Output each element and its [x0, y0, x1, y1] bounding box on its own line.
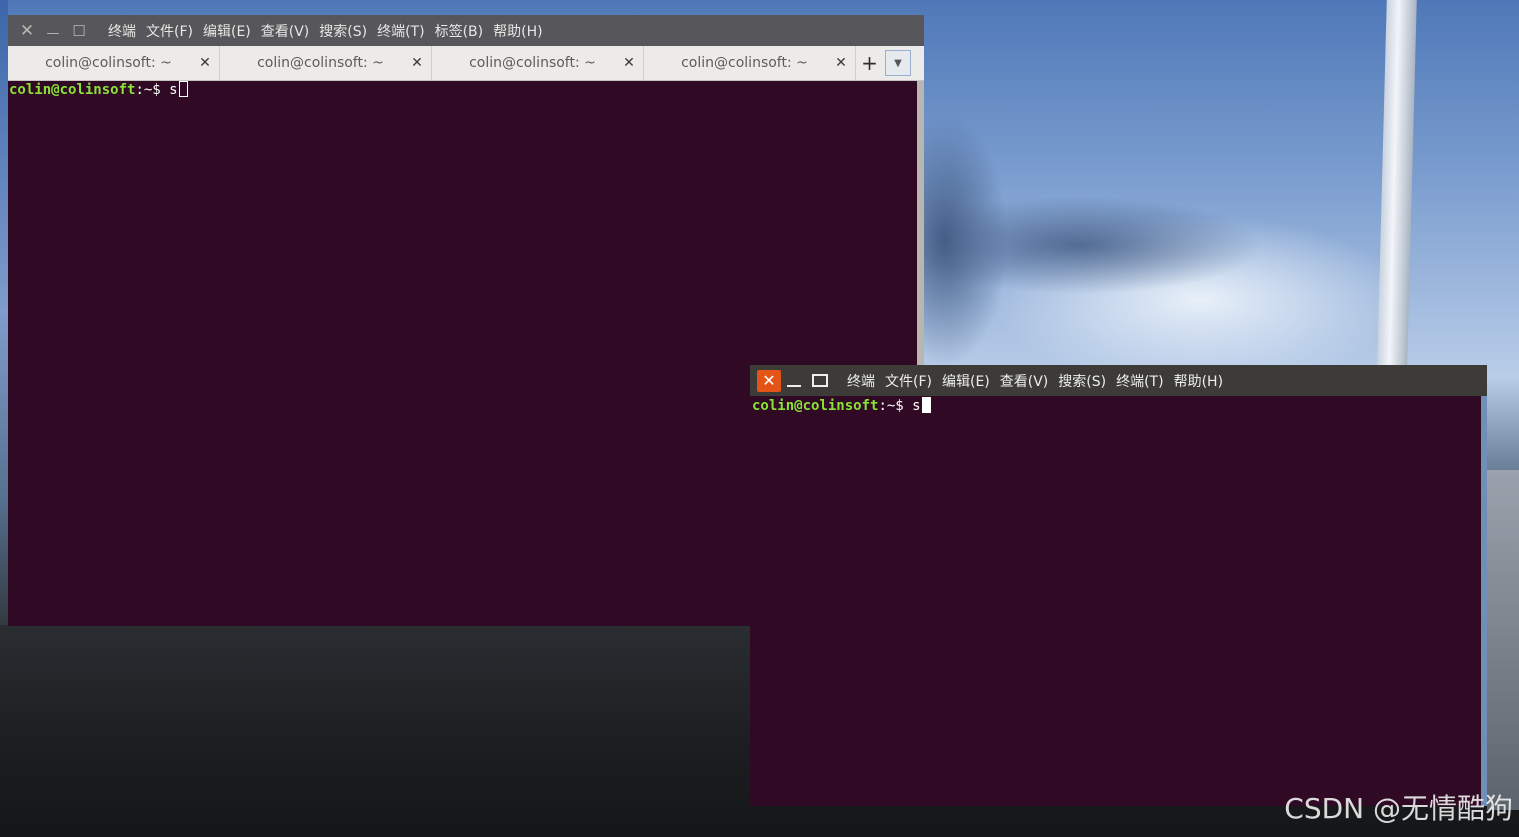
watermark-text: CSDN @无情酷狗	[1284, 792, 1513, 825]
tab-close-icon[interactable]: ✕	[827, 55, 855, 71]
menu-file[interactable]: 文件(F)	[146, 21, 193, 41]
menu-terminal-app[interactable]: 终端	[108, 21, 136, 41]
tab-bar: colin@colinsoft: ~ ✕ colin@colinsoft: ~ …	[8, 46, 924, 81]
tab-close-icon[interactable]: ✕	[191, 55, 219, 71]
terminal-window-active[interactable]: ✕ 终端 文件(F) 编辑(E) 查看(V) 搜索(S) 终端(T) 帮助(H)…	[750, 365, 1487, 806]
menu-help[interactable]: 帮助(H)	[493, 21, 542, 41]
menu-search[interactable]: 搜索(S)	[319, 21, 367, 41]
terminal-area[interactable]: colin@colinsoft:~$ s	[750, 396, 1481, 806]
menu-tabs[interactable]: 标签(B)	[435, 21, 484, 41]
maximize-icon[interactable]: ☐	[66, 15, 92, 46]
prompt-path: :~$	[878, 398, 913, 414]
prompt-path: :~$	[135, 82, 170, 98]
menu-help[interactable]: 帮助(H)	[1174, 371, 1223, 391]
tab-3[interactable]: colin@colinsoft: ~ ✕	[432, 46, 644, 80]
maximize-icon[interactable]	[807, 365, 833, 396]
command-input[interactable]: s	[169, 82, 177, 98]
minimize-icon[interactable]	[781, 365, 807, 396]
menu-edit[interactable]: 编辑(E)	[942, 371, 990, 391]
text-cursor	[921, 397, 931, 413]
command-prompt: colin@colinsoft:~$ s	[9, 81, 188, 99]
tab-label: colin@colinsoft: ~	[257, 55, 384, 71]
tab-close-icon[interactable]: ✕	[403, 55, 431, 71]
wallpaper-edge	[0, 0, 8, 625]
tab-label: colin@colinsoft: ~	[681, 55, 808, 71]
tab-list-dropdown-icon[interactable]: ▼	[885, 50, 911, 76]
tab-2[interactable]: colin@colinsoft: ~ ✕	[220, 46, 432, 80]
menu-file[interactable]: 文件(F)	[885, 371, 932, 391]
menu-view[interactable]: 查看(V)	[1000, 371, 1049, 391]
tab-1[interactable]: colin@colinsoft: ~ ✕	[8, 46, 220, 80]
title-bar[interactable]: ✕ — ☐ 终端 文件(F) 编辑(E) 查看(V) 搜索(S) 终端(T) 标…	[8, 15, 924, 46]
menu-terminal[interactable]: 终端(T)	[1116, 371, 1163, 391]
menu-terminal[interactable]: 终端(T)	[377, 21, 424, 41]
menu-search[interactable]: 搜索(S)	[1058, 371, 1106, 391]
menu-view[interactable]: 查看(V)	[261, 21, 310, 41]
minimize-icon[interactable]: —	[40, 12, 66, 49]
tab-4[interactable]: colin@colinsoft: ~ ✕	[644, 46, 856, 80]
text-cursor	[178, 81, 188, 97]
menu-terminal-app[interactable]: 终端	[847, 371, 875, 391]
menu-bar: 终端 文件(F) 编辑(E) 查看(V) 搜索(S) 终端(T) 标签(B) 帮…	[108, 21, 553, 41]
tab-label: colin@colinsoft: ~	[45, 55, 172, 71]
command-prompt: colin@colinsoft:~$ s	[752, 397, 931, 415]
menu-bar: 终端 文件(F) 编辑(E) 查看(V) 搜索(S) 终端(T) 帮助(H)	[847, 371, 1233, 391]
wallpaper-railing	[1487, 470, 1519, 810]
tab-close-icon[interactable]: ✕	[615, 55, 643, 71]
close-icon[interactable]: ✕	[14, 15, 40, 46]
prompt-user-host: colin@colinsoft	[9, 82, 136, 98]
tab-label: colin@colinsoft: ~	[469, 55, 596, 71]
prompt-user-host: colin@colinsoft	[752, 398, 879, 414]
window-edge	[1481, 396, 1487, 806]
command-input[interactable]: s	[912, 398, 920, 414]
new-tab-icon[interactable]: +	[856, 46, 883, 80]
title-bar[interactable]: ✕ 终端 文件(F) 编辑(E) 查看(V) 搜索(S) 终端(T) 帮助(H)	[750, 365, 1487, 396]
close-icon[interactable]: ✕	[757, 369, 781, 392]
menu-edit[interactable]: 编辑(E)	[203, 21, 251, 41]
